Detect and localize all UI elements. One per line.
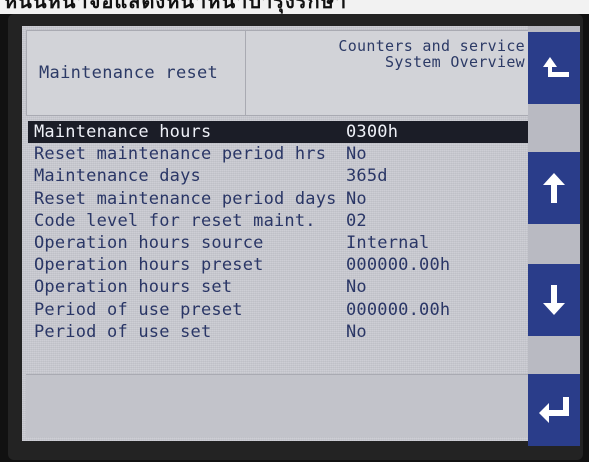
breadcrumb: Counters and service System Overview — [247, 33, 529, 93]
parameter-list: Maintenance hours 0300h Reset maintenanc… — [28, 121, 528, 343]
parameter-value: 000000.00h — [346, 255, 451, 276]
enter-button[interactable] — [528, 374, 580, 446]
parameter-row-operation-hours-source[interactable]: Operation hours source Internal — [28, 232, 528, 254]
up-button[interactable] — [528, 152, 580, 224]
parameter-row-reset-maintenance-period-hrs[interactable]: Reset maintenance period hrs No — [28, 143, 528, 165]
back-button[interactable] — [528, 32, 580, 104]
parameter-label: Operation hours source — [34, 232, 264, 253]
page-title: Maintenance reset — [39, 63, 219, 83]
parameter-value: No — [346, 144, 367, 165]
parameter-label: Reset maintenance period hrs — [34, 144, 327, 165]
parameter-value: Internal — [346, 232, 430, 253]
parameter-label: Reset maintenance period days — [34, 188, 337, 209]
parameter-value: No — [346, 277, 367, 298]
parameter-label: Period of use preset — [34, 299, 243, 320]
breadcrumb-line-2: System Overview — [385, 53, 525, 71]
softkey-bar — [528, 26, 580, 446]
parameter-row-maintenance-hours[interactable]: Maintenance hours 0300h — [28, 121, 528, 144]
cropped-top-text: ห่นั่นหน้าจอแสดงหน้าหน้าบำรุงรักษา — [0, 0, 589, 14]
down-button[interactable] — [528, 264, 580, 336]
parameter-label: Operation hours set — [34, 277, 233, 298]
parameter-row-reset-maintenance-period-days[interactable]: Reset maintenance period days No — [28, 188, 528, 210]
parameter-label: Operation hours preset — [34, 255, 264, 276]
parameter-row-period-of-use-preset[interactable]: Period of use preset 000000.00h — [28, 299, 528, 321]
enter-icon — [539, 397, 569, 423]
parameter-row-maintenance-days[interactable]: Maintenance days 365d — [28, 165, 528, 187]
parameter-value: No — [346, 188, 367, 209]
parameter-label: Maintenance hours — [34, 122, 212, 142]
parameter-value: 0300h — [346, 122, 399, 142]
parameter-row-operation-hours-set[interactable]: Operation hours set No — [28, 276, 528, 298]
top-text: ห่นั่นหน้าจอแสดงหน้าหน้าบำรุงรักษา — [4, 0, 348, 13]
arrow-down-icon — [543, 285, 565, 315]
parameter-row-code-level[interactable]: Code level for reset maint. 02 — [28, 210, 528, 232]
parameter-label: Maintenance days — [34, 166, 201, 187]
back-up-arrow-icon — [543, 57, 569, 77]
parameter-value: No — [346, 321, 367, 342]
screen-footer — [26, 374, 528, 437]
parameter-label: Period of use set — [34, 321, 212, 342]
parameter-label: Code level for reset maint. — [34, 210, 316, 231]
parameter-value: 000000.00h — [346, 299, 451, 320]
parameter-row-period-of-use-set[interactable]: Period of use set No — [28, 321, 528, 343]
arrow-up-icon — [543, 173, 565, 203]
parameter-row-operation-hours-preset[interactable]: Operation hours preset 000000.00h — [28, 254, 528, 276]
parameter-value: 02 — [346, 210, 367, 231]
header-title-box: Maintenance reset — [27, 31, 246, 115]
parameter-value: 365d — [346, 166, 388, 187]
hmi-screen: Maintenance reset Counters and service S… — [22, 26, 534, 441]
screen-header: Maintenance reset Counters and service S… — [26, 30, 530, 116]
